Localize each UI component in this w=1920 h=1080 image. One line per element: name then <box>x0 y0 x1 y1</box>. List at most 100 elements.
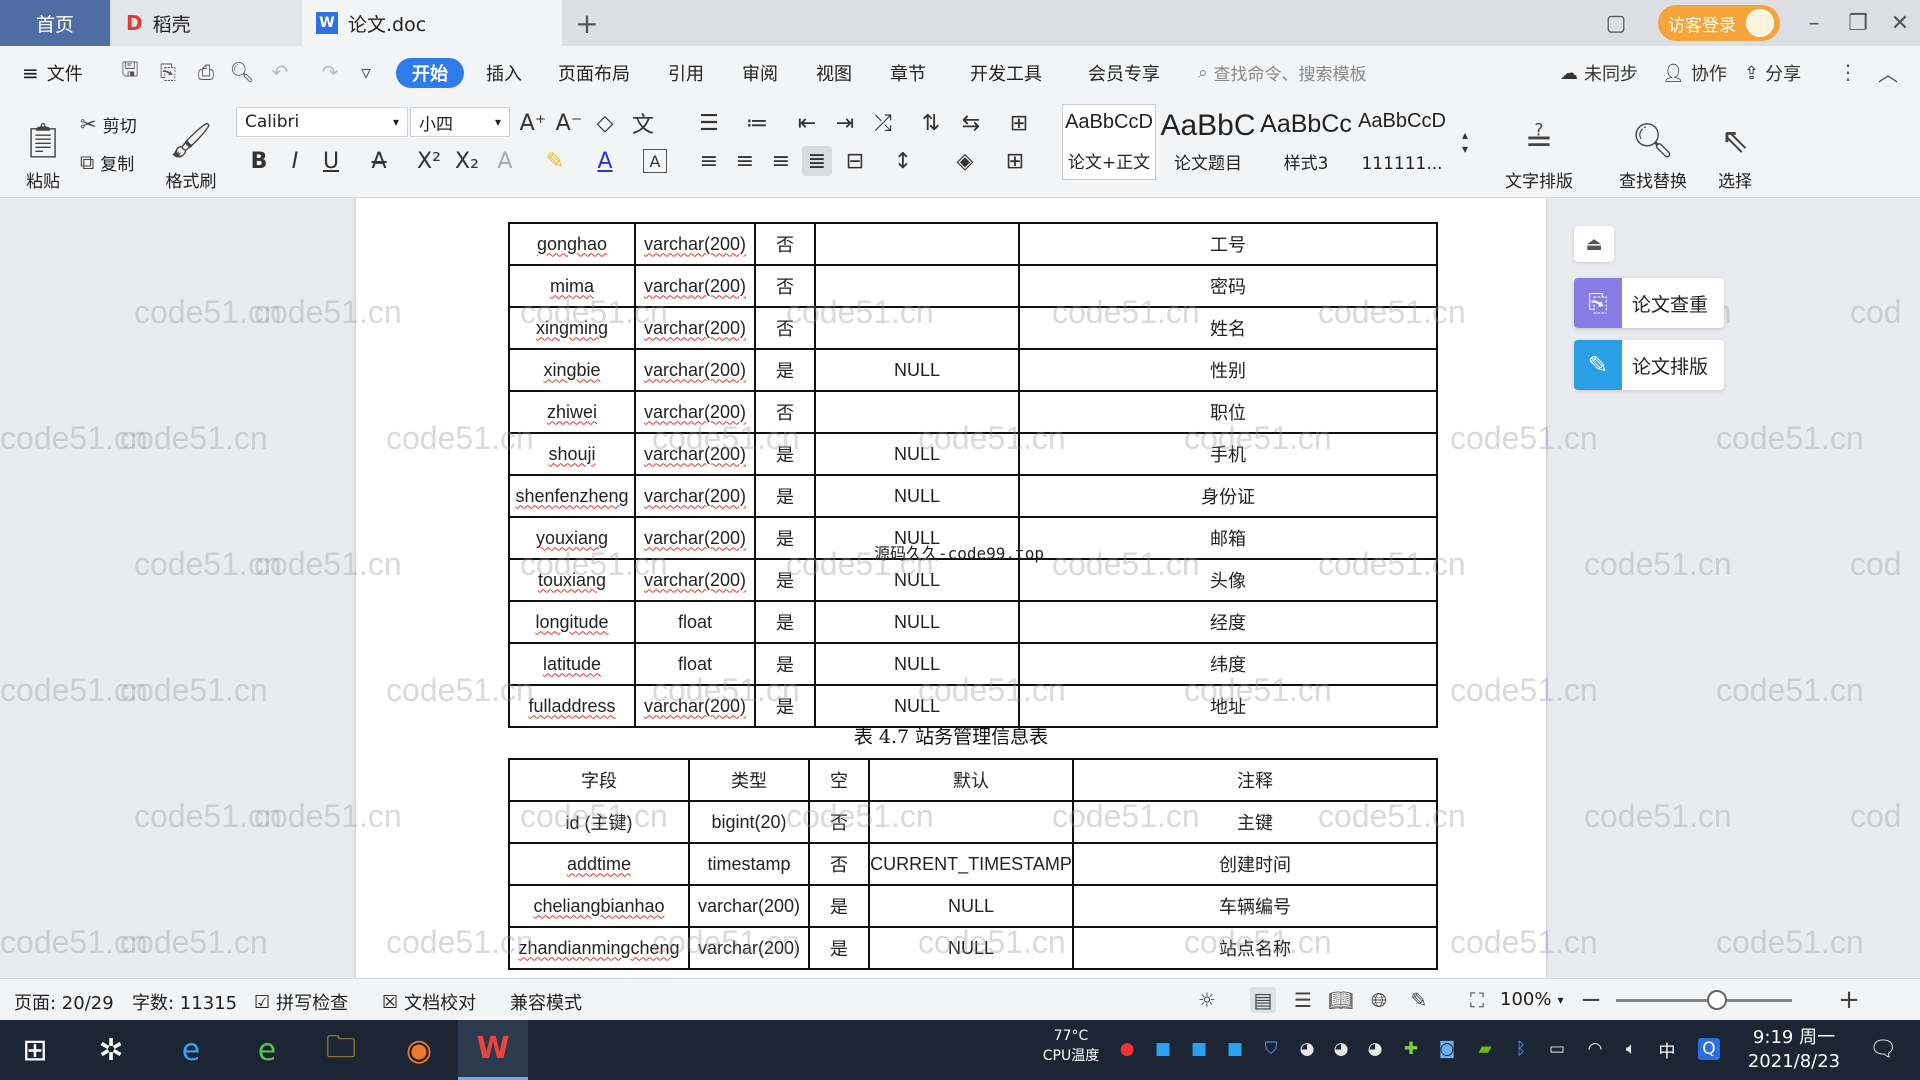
nullable-cell[interactable]: 是 <box>754 600 816 644</box>
bullet-list-icon[interactable]: ☰ <box>694 108 724 138</box>
tray-plus-icon[interactable]: ✚ <box>1400 1038 1422 1060</box>
default-cell[interactable] <box>868 800 1074 844</box>
field-cell[interactable]: fulladdress <box>508 684 636 728</box>
default-cell[interactable]: NULL <box>814 600 1020 644</box>
comment-cell[interactable]: 地址 <box>1018 684 1438 728</box>
menu-developer[interactable]: 开发工具 <box>970 58 1042 88</box>
type-cell[interactable]: varchar(200) <box>634 264 756 308</box>
shading-icon[interactable]: ◈ <box>950 146 980 176</box>
zoom-in-icon[interactable]: + <box>1836 985 1862 1015</box>
tray-app-icon[interactable]: ◙ <box>1436 1038 1458 1060</box>
default-cell[interactable]: NULL <box>814 348 1020 392</box>
default-cell[interactable]: NULL <box>814 642 1020 686</box>
proofread-button[interactable]: ☒ 文档校对 <box>382 989 476 1015</box>
zoom-out-icon[interactable]: − <box>1578 985 1604 1015</box>
minimize-icon[interactable]: – <box>1796 6 1832 40</box>
grow-font-icon[interactable]: A⁺ <box>518 108 548 138</box>
phonetic-icon[interactable]: 文 <box>628 108 658 138</box>
comment-cell[interactable]: 纬度 <box>1018 642 1438 686</box>
field-cell[interactable]: zhiwei <box>508 390 636 434</box>
web-view-icon[interactable]: 🌐︎ <box>1366 987 1392 1013</box>
menu-home[interactable]: 开始 <box>396 58 464 88</box>
zoom-slider[interactable] <box>1616 999 1792 1002</box>
more-icon[interactable]: ⋮ <box>1836 60 1860 84</box>
command-search[interactable]: ⌕ 查找命令、搜索模板 <box>1198 60 1367 86</box>
field-cell[interactable]: longitude <box>508 600 636 644</box>
default-cell[interactable]: NULL <box>868 884 1074 928</box>
type-cell[interactable]: varchar(200) <box>634 432 756 476</box>
comment-cell[interactable]: 车辆编号 <box>1072 884 1438 928</box>
default-cell[interactable]: NULL <box>814 558 1020 602</box>
nullable-cell[interactable]: 是 <box>754 348 816 392</box>
distributed-align-icon[interactable]: ⊟ <box>840 146 870 176</box>
export-icon[interactable]: ⎘ <box>156 60 180 84</box>
collapse-ribbon-icon[interactable]: ︿ <box>1876 60 1900 86</box>
field-cell[interactable]: mima <box>508 264 636 308</box>
wifi-icon[interactable]: ◠ <box>1584 1038 1606 1060</box>
clear-format-icon[interactable]: ◇ <box>590 108 620 138</box>
superscript-icon[interactable]: X² <box>414 146 444 176</box>
nullable-cell[interactable]: 是 <box>754 558 816 602</box>
sync-button[interactable]: ☁ 未同步 <box>1560 60 1638 86</box>
nullable-cell[interactable]: 是 <box>754 642 816 686</box>
document-page[interactable]: gonghao varchar(200) 否工号 mima varchar(200) 否密… <box>356 198 1546 978</box>
comment-cell[interactable]: 经度 <box>1018 600 1438 644</box>
italic-icon[interactable]: I <box>280 146 310 176</box>
save-icon[interactable]: 🖫 <box>118 57 142 84</box>
zoom-level[interactable]: 100% ▾ <box>1500 989 1564 1010</box>
type-cell[interactable]: timestamp <box>688 842 810 886</box>
comment-cell[interactable]: 工号 <box>1018 222 1438 266</box>
default-cell[interactable] <box>814 306 1020 350</box>
text-effect-icon[interactable]: A <box>490 146 520 176</box>
show-marks-icon[interactable]: ⊞ <box>1004 108 1034 138</box>
type-cell[interactable]: varchar(200) <box>634 348 756 392</box>
sort-icon[interactable]: ⇅ <box>916 108 946 138</box>
default-cell[interactable] <box>814 264 1020 308</box>
field-cell[interactable]: touxiang <box>508 558 636 602</box>
highlight-icon[interactable]: ✎ <box>540 146 570 176</box>
media-app-icon[interactable]: ◉ <box>384 1020 454 1080</box>
comment-cell[interactable]: 身份证 <box>1018 474 1438 518</box>
find-replace-button[interactable]: 🔍︎ 查找替换 <box>1610 106 1696 192</box>
file-explorer-icon[interactable]: 🗀 <box>306 1020 376 1080</box>
style-4[interactable]: AaBbCcD 111111... <box>1354 104 1450 180</box>
restore-icon[interactable]: ❐ <box>1840 6 1876 40</box>
zoom-slider-knob[interactable] <box>1707 990 1727 1010</box>
type-cell[interactable]: varchar(200) <box>634 222 756 266</box>
tray-app-icon[interactable]: ■ <box>1224 1038 1246 1060</box>
select-button[interactable]: ⇖ 选择 <box>1700 106 1770 192</box>
tab-daoke[interactable]: D 稻壳 <box>112 0 302 46</box>
menu-view[interactable]: 视图 <box>816 58 852 88</box>
field-cell[interactable]: xingbie <box>508 348 636 392</box>
menu-review[interactable]: 审阅 <box>742 58 778 88</box>
style-paper-title[interactable]: AaBbC 论文题目 <box>1160 104 1256 180</box>
comment-cell[interactable]: 性别 <box>1018 348 1438 392</box>
type-cell[interactable]: float <box>634 642 756 686</box>
align-left-icon[interactable]: ≡ <box>694 146 724 176</box>
ie-browser-icon[interactable]: e <box>156 1020 226 1080</box>
fit-page-icon[interactable]: ⛶ <box>1464 987 1490 1013</box>
outline-view-icon[interactable]: ☰ <box>1290 987 1316 1013</box>
tab-document[interactable]: W 论文.doc <box>302 0 562 46</box>
numbered-list-icon[interactable]: ≔ <box>742 108 772 138</box>
nullable-cell[interactable]: 否 <box>754 222 816 266</box>
nullable-cell[interactable]: 是 <box>808 926 870 970</box>
type-cell[interactable]: float <box>634 600 756 644</box>
bold-icon[interactable]: B <box>244 146 274 176</box>
nullable-cell[interactable]: 是 <box>754 474 816 518</box>
paper-check-button[interactable]: ⎘ 论文查重 <box>1574 278 1724 328</box>
360-browser-icon[interactable]: e <box>232 1020 302 1080</box>
comment-cell[interactable]: 创建时间 <box>1072 842 1438 886</box>
nullable-cell[interactable]: 是 <box>754 432 816 476</box>
field-cell[interactable]: id (主键) <box>508 800 690 844</box>
default-cell[interactable]: NULL <box>814 432 1020 476</box>
shrink-font-icon[interactable]: A⁻ <box>554 108 584 138</box>
field-cell[interactable]: addtime <box>508 842 690 886</box>
file-menu[interactable]: ≡ 文件 <box>22 58 83 88</box>
comment-cell[interactable]: 手机 <box>1018 432 1438 476</box>
chinese-layout-icon[interactable]: ⤮ <box>868 108 898 138</box>
cut-button[interactable]: ✂ 剪切 <box>80 110 137 138</box>
ime-indicator[interactable]: 中 <box>1656 1038 1678 1062</box>
document-area[interactable]: gonghao varchar(200) 否工号 mima varchar(200) 否密… <box>0 198 1900 978</box>
menu-references[interactable]: 引用 <box>668 58 704 88</box>
